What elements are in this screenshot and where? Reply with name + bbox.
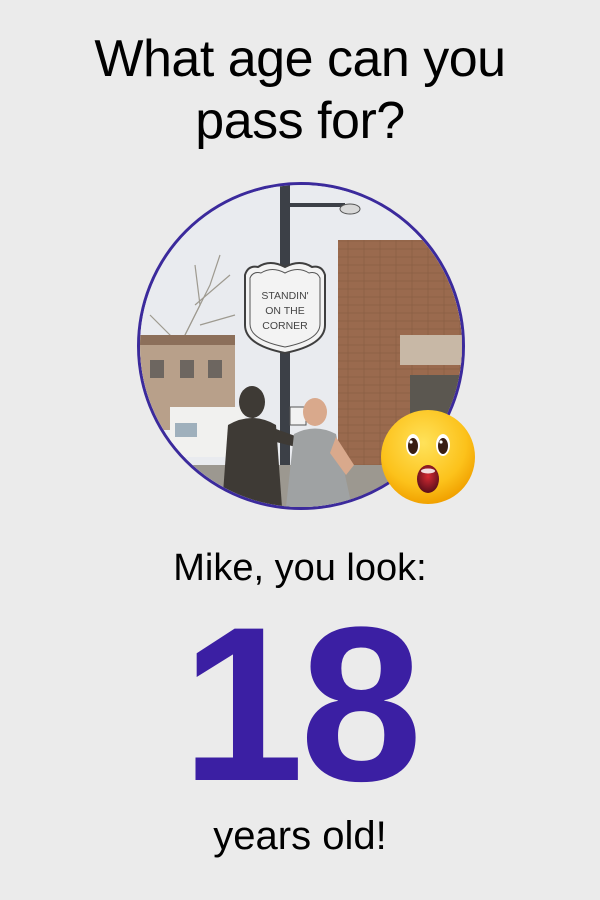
age-result-card: What age can you pass for? STANDIN' ON T… (0, 0, 600, 900)
title-line-1: What age can you (94, 30, 506, 88)
age-value: 18 (181, 581, 423, 827)
page-title: What age can you pass for? (0, 28, 600, 152)
result-suffix: years old! (213, 814, 387, 858)
sign-line-1: STANDIN' (261, 290, 308, 302)
profile-photo-group: STANDIN' ON THE CORNER (137, 182, 475, 510)
title-line-2: pass for? (195, 92, 405, 150)
astonished-face-icon (378, 407, 478, 507)
sign-line-3: CORNER (262, 320, 308, 332)
sign-line-2: ON THE (265, 305, 304, 317)
